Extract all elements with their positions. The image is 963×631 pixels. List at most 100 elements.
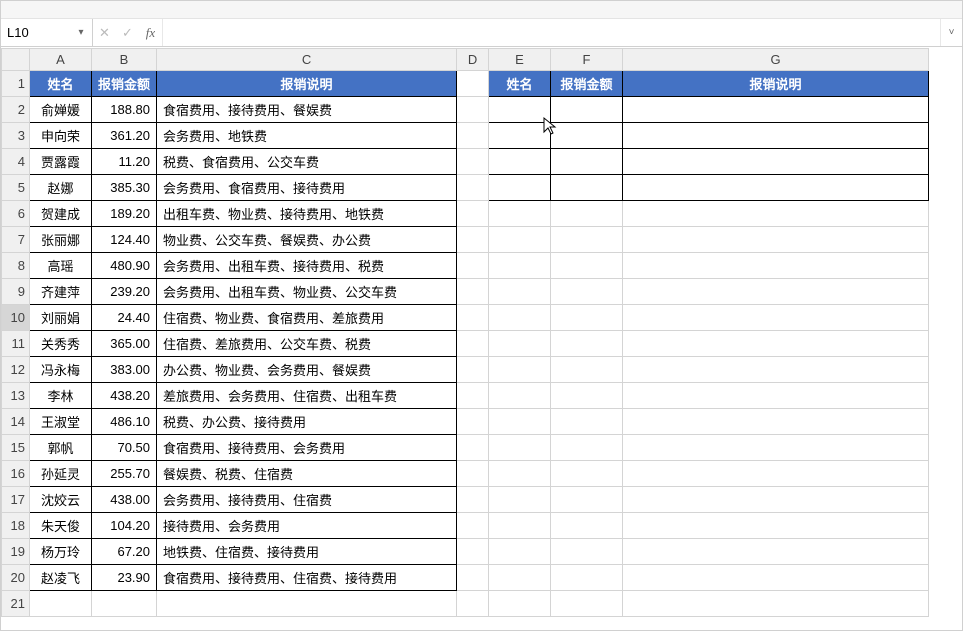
cell[interactable] xyxy=(457,201,489,227)
col-header-e[interactable]: E xyxy=(489,49,551,71)
cell-desc[interactable]: 税费、办公费、接待费用 xyxy=(157,409,457,435)
cell[interactable] xyxy=(489,539,551,565)
cell-desc[interactable]: 食宿费用、接待费用、住宿费、接待费用 xyxy=(157,565,457,591)
formula-bar[interactable] xyxy=(163,19,940,46)
cell[interactable] xyxy=(489,409,551,435)
cell-amount[interactable]: 24.40 xyxy=(92,305,157,331)
cell[interactable] xyxy=(551,331,623,357)
cell-desc[interactable]: 接待费用、会务费用 xyxy=(157,513,457,539)
row-header[interactable]: 12 xyxy=(2,357,30,383)
cell-amount[interactable]: 239.20 xyxy=(92,279,157,305)
row-header[interactable]: 2 xyxy=(2,97,30,123)
cell[interactable] xyxy=(457,279,489,305)
cell[interactable] xyxy=(489,435,551,461)
cell-name[interactable]: 赵娜 xyxy=(30,175,92,201)
cell-name[interactable]: 俞婵媛 xyxy=(30,97,92,123)
cell-desc[interactable]: 会务费用、地铁费 xyxy=(157,123,457,149)
cell-desc[interactable]: 出租车费、物业费、接待费用、地铁费 xyxy=(157,201,457,227)
cell[interactable] xyxy=(457,175,489,201)
cell-desc[interactable]: 差旅费用、会务费用、住宿费、出租车费 xyxy=(157,383,457,409)
col-header-b[interactable]: B xyxy=(92,49,157,71)
cell[interactable] xyxy=(623,279,929,305)
cell[interactable] xyxy=(457,149,489,175)
row-header[interactable]: 5 xyxy=(2,175,30,201)
cell[interactable] xyxy=(623,175,929,201)
cell-desc[interactable]: 餐娱费、税费、住宿费 xyxy=(157,461,457,487)
row-header[interactable]: 7 xyxy=(2,227,30,253)
cell-name[interactable]: 齐建萍 xyxy=(30,279,92,305)
cell[interactable] xyxy=(623,539,929,565)
cell[interactable] xyxy=(489,123,551,149)
cell[interactable] xyxy=(551,383,623,409)
cell[interactable] xyxy=(551,123,623,149)
row-header[interactable]: 4 xyxy=(2,149,30,175)
row-header[interactable]: 9 xyxy=(2,279,30,305)
table1-col-name[interactable]: 姓名 xyxy=(30,71,92,97)
cell-amount[interactable]: 188.80 xyxy=(92,97,157,123)
cell-amount[interactable]: 385.30 xyxy=(92,175,157,201)
cell[interactable] xyxy=(457,461,489,487)
row-header[interactable]: 18 xyxy=(2,513,30,539)
cell-name[interactable]: 申向荣 xyxy=(30,123,92,149)
cell-desc[interactable]: 住宿费、差旅费用、公交车费、税费 xyxy=(157,331,457,357)
cell-name[interactable]: 朱天俊 xyxy=(30,513,92,539)
cell[interactable] xyxy=(551,539,623,565)
cell[interactable] xyxy=(551,279,623,305)
row-header[interactable]: 11 xyxy=(2,331,30,357)
cell-amount[interactable]: 383.00 xyxy=(92,357,157,383)
cell-name[interactable]: 郭帆 xyxy=(30,435,92,461)
cell[interactable] xyxy=(457,409,489,435)
cell-desc[interactable]: 会务费用、食宿费用、接待费用 xyxy=(157,175,457,201)
cell-desc[interactable]: 住宿费、物业费、食宿费用、差旅费用 xyxy=(157,305,457,331)
cell-amount[interactable]: 438.20 xyxy=(92,383,157,409)
cell[interactable] xyxy=(489,513,551,539)
cell-amount[interactable]: 480.90 xyxy=(92,253,157,279)
name-box-dropdown-icon[interactable]: ▾ xyxy=(74,26,88,40)
col-header-f[interactable]: F xyxy=(551,49,623,71)
cell[interactable] xyxy=(551,357,623,383)
cell[interactable] xyxy=(457,383,489,409)
cell[interactable] xyxy=(551,227,623,253)
row-header[interactable]: 3 xyxy=(2,123,30,149)
table2-col-name[interactable]: 姓名 xyxy=(489,71,551,97)
cell-amount[interactable]: 67.20 xyxy=(92,539,157,565)
cell[interactable] xyxy=(457,565,489,591)
cell[interactable] xyxy=(551,97,623,123)
cell-desc[interactable]: 会务费用、接待费用、住宿费 xyxy=(157,487,457,513)
cell-desc[interactable]: 地铁费、住宿费、接待费用 xyxy=(157,539,457,565)
cell[interactable] xyxy=(489,565,551,591)
row-header[interactable]: 1 xyxy=(2,71,30,97)
cell[interactable] xyxy=(623,123,929,149)
cell-desc[interactable]: 食宿费用、接待费用、餐娱费 xyxy=(157,97,457,123)
cell-amount[interactable]: 70.50 xyxy=(92,435,157,461)
cell[interactable] xyxy=(551,461,623,487)
cell[interactable] xyxy=(457,487,489,513)
grid-table[interactable]: A B C D E F G 1 姓名 报销金额 报销说明 姓名 报销金额 报销说… xyxy=(1,48,929,617)
cell-name[interactable]: 王淑堂 xyxy=(30,409,92,435)
cell[interactable] xyxy=(489,253,551,279)
cell[interactable] xyxy=(489,97,551,123)
cell[interactable] xyxy=(623,591,929,617)
cell[interactable] xyxy=(489,227,551,253)
fx-icon[interactable]: fx xyxy=(143,25,159,41)
cell[interactable] xyxy=(489,175,551,201)
cell-amount[interactable]: 189.20 xyxy=(92,201,157,227)
row-header[interactable]: 16 xyxy=(2,461,30,487)
cell[interactable] xyxy=(489,591,551,617)
cell-name[interactable]: 孙延灵 xyxy=(30,461,92,487)
cell[interactable] xyxy=(551,591,623,617)
cell[interactable] xyxy=(623,149,929,175)
cell[interactable] xyxy=(623,331,929,357)
cell[interactable] xyxy=(623,201,929,227)
cell[interactable] xyxy=(551,201,623,227)
col-header-d[interactable]: D xyxy=(457,49,489,71)
cell-amount[interactable]: 255.70 xyxy=(92,461,157,487)
cell[interactable] xyxy=(623,409,929,435)
row-header[interactable]: 10 xyxy=(2,305,30,331)
cell-name[interactable]: 刘丽娟 xyxy=(30,305,92,331)
cell-name[interactable]: 关秀秀 xyxy=(30,331,92,357)
cell[interactable] xyxy=(623,487,929,513)
cell[interactable] xyxy=(623,565,929,591)
cell[interactable] xyxy=(551,565,623,591)
cell[interactable] xyxy=(623,435,929,461)
